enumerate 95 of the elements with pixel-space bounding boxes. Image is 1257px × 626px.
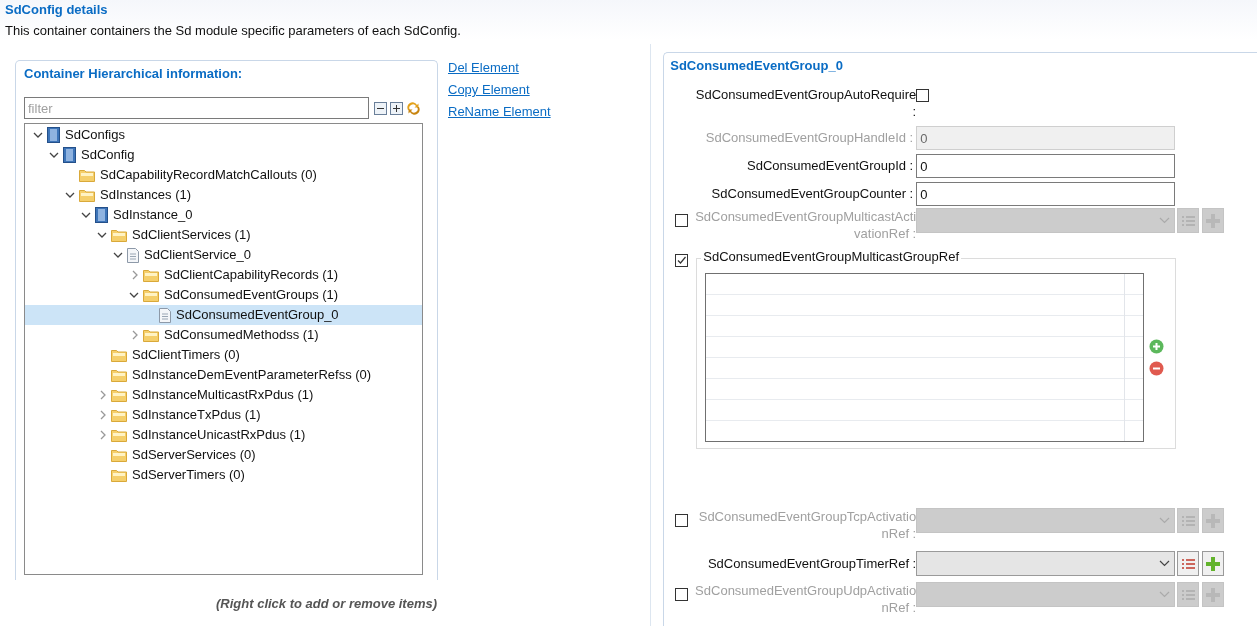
tree-item[interactable]: SdServerServices (0) [132,445,256,465]
expanded-chevron-icon[interactable] [65,191,75,199]
field-label: SdConsumedEventGroupAutoRequire : [694,86,917,120]
tree-item[interactable]: SdInstances (1) [100,185,192,205]
tree-item[interactable]: SdConsumedEventGroup_0 [176,305,339,325]
document-icon [159,307,171,323]
page-title: SdConfig details [5,2,109,18]
chevron-down-icon [1159,517,1171,524]
remove-icon[interactable] [1149,361,1165,376]
folder-icon [143,268,159,282]
book-icon [63,147,76,163]
tree-item[interactable]: SdConsumedEventGroups (1) [164,285,339,305]
collapsed-chevron-icon[interactable] [100,430,107,440]
text-field[interactable]: 0 [916,182,1176,206]
add-button[interactable] [1202,208,1225,233]
tree-item[interactable]: SdCapabilityRecordMatchCallouts (0) [100,165,317,185]
add-button[interactable] [1202,508,1225,533]
list-icon [1181,558,1195,569]
chevron-down-icon [1159,560,1171,567]
list-button[interactable] [1177,551,1200,576]
hint-text: (Right click to add or remove items) [216,595,438,613]
list-button[interactable] [1177,582,1200,607]
dropdown[interactable] [916,551,1176,576]
action-link[interactable]: ReName Element [448,104,551,120]
chevron-down-icon [1159,591,1171,598]
collapse-all-icon[interactable] [374,101,387,115]
plus-icon [1206,556,1221,571]
collapsed-chevron-icon[interactable] [100,410,107,420]
chevron-down-icon [1159,217,1171,224]
list-button[interactable] [1177,508,1200,533]
expanded-chevron-icon[interactable] [81,211,91,219]
document-icon [127,247,139,263]
folder-icon [111,408,127,422]
tree-item[interactable]: SdClientService_0 [144,245,251,265]
folder-icon [111,468,127,482]
expanded-chevron-icon[interactable] [97,231,107,239]
book-icon [95,207,108,223]
expanded-chevron-icon[interactable] [49,151,59,159]
add-button[interactable] [1202,582,1225,607]
action-link[interactable]: Del Element [448,60,551,76]
folder-icon [111,348,127,362]
filter-field[interactable]: filter [24,97,369,119]
list-icon [1181,515,1195,526]
folder-icon [143,288,159,302]
action-link[interactable]: Copy Element [448,82,551,98]
collapsed-chevron-icon[interactable] [132,330,139,340]
panel-title: SdConsumedEventGroup_0 [670,58,844,74]
folder-icon [143,328,159,342]
tree-item[interactable]: SdClientServices (1) [132,225,251,245]
tree-item[interactable]: SdConfig [81,145,135,165]
expanded-chevron-icon[interactable] [113,251,123,259]
folder-icon [111,448,127,462]
tree-item[interactable]: SdClientCapabilityRecords (1) [164,265,339,285]
text-field[interactable]: 0 [916,154,1176,178]
checkbox[interactable] [674,254,688,267]
folder-icon [111,428,127,442]
field-label: SdConsumedEventGroupUdpActivationRef : [694,582,917,616]
checkbox[interactable] [916,89,930,102]
expanded-chevron-icon[interactable] [129,291,139,299]
panel-title: Container Hierarchical information: [24,66,244,82]
field-label: SdConsumedEventGroupCounter : [710,185,915,204]
collapsed-chevron-icon[interactable] [132,270,139,280]
checkbox[interactable] [674,214,688,227]
tree-item[interactable]: SdConsumedMethodss (1) [164,325,319,345]
expanded-chevron-icon[interactable] [33,131,43,139]
tree-item[interactable]: SdInstanceDemEventParameterRefss (0) [132,365,372,385]
list-icon [1181,215,1195,226]
tree-item[interactable]: SdClientTimers (0) [132,345,240,365]
list-icon [1181,589,1195,600]
folder-icon [79,188,95,202]
field-label: SdConsumedEventGroupId : [746,157,915,176]
add-button[interactable] [1202,551,1225,576]
checkbox[interactable] [674,588,688,601]
tree-item[interactable]: SdInstanceTxPdus (1) [132,405,261,425]
checkbox[interactable] [674,514,688,527]
field-label: SdConsumedEventGroupTimerRef : [706,555,917,572]
collapsed-chevron-icon[interactable] [100,390,107,400]
folder-icon [111,388,127,402]
field-label: SdConsumedEventGroupHandleId : [704,129,915,148]
add-icon[interactable] [1149,339,1165,354]
tree-item[interactable]: SdServerTimers (0) [132,465,245,485]
tree-item[interactable]: SdConfigs [65,125,125,145]
field-label: SdConsumedEventGroupMulticastActivationRef : [694,208,917,242]
expand-all-icon[interactable] [390,101,403,115]
list-button[interactable] [1177,208,1200,233]
folder-icon [79,168,95,182]
group-label: SdConsumedEventGroupMulticastGroupRef [701,249,962,265]
tree-item[interactable]: SdInstanceMulticastRxPdus (1) [132,385,314,405]
tree-item[interactable]: SdInstanceUnicastRxPdus (1) [132,425,306,445]
page-description: This container containers the Sd module specific parameters of each SdConfig. [5,23,462,39]
folder-icon [111,368,127,382]
folder-icon [111,228,127,242]
tree-item[interactable]: SdInstance_0 [113,205,193,225]
book-icon [47,127,60,143]
field-label: SdConsumedEventGroupTcpActivationRef : [697,508,917,542]
